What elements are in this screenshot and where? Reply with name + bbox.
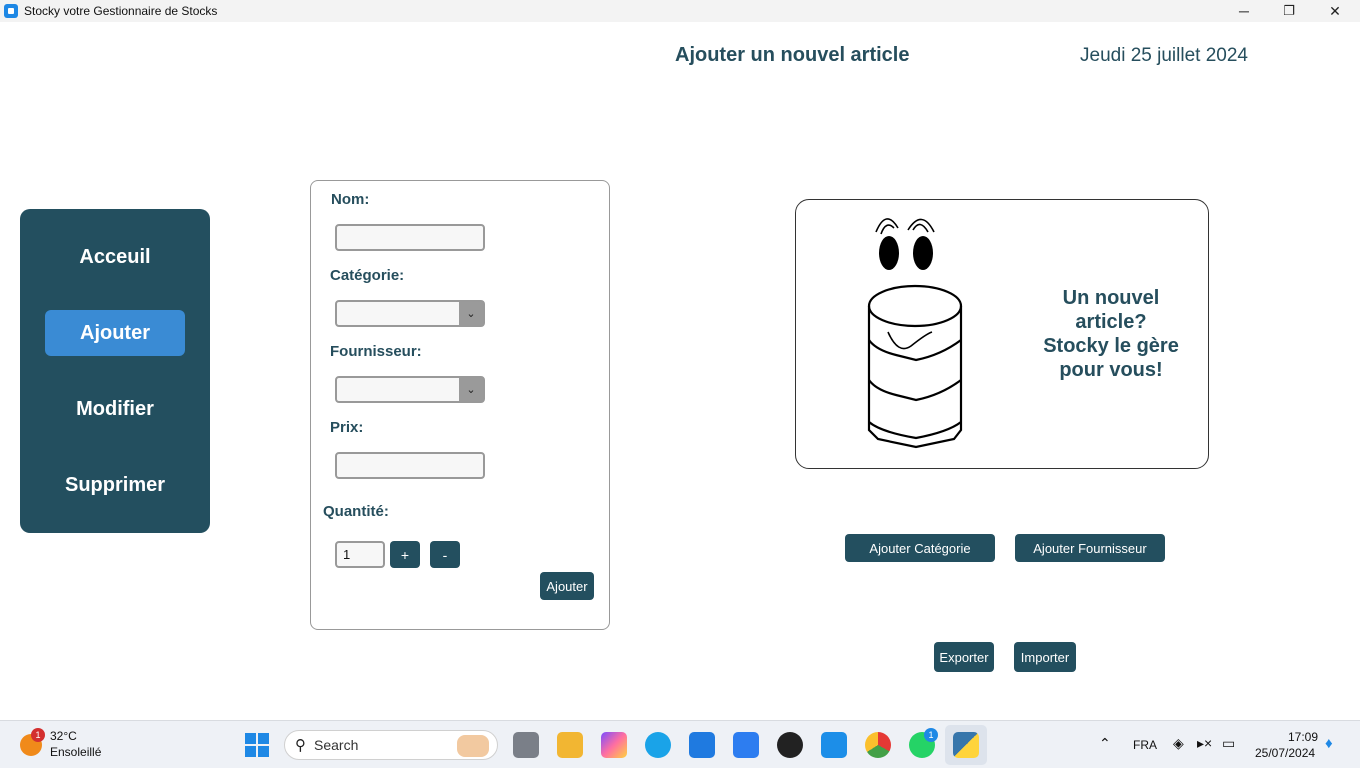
sidebar-item-acceuil[interactable]: Acceuil (45, 234, 185, 280)
store-icon[interactable] (733, 732, 759, 758)
notification-bell-icon[interactable]: ♦ (1325, 735, 1333, 752)
prix-input[interactable] (335, 452, 485, 479)
search-icon: ⚲ (295, 737, 306, 754)
taskbar: 1 32°C Ensoleillé ⚲ Search 1 ⌃ FRA ◈ ▸× … (0, 720, 1360, 768)
fournisseur-select[interactable]: ⌄ (335, 376, 485, 403)
add-supplier-button[interactable]: Ajouter Fournisseur (1015, 534, 1165, 562)
import-button[interactable]: Importer (1014, 642, 1076, 672)
task-view-icon[interactable] (513, 732, 539, 758)
close-button[interactable]: ✕ (1312, 0, 1358, 22)
sidebar-item-modifier[interactable]: Modifier (45, 386, 185, 432)
battery-icon[interactable]: ▭ (1222, 735, 1235, 752)
export-button[interactable]: Exporter (934, 642, 994, 672)
nom-label: Nom: (331, 191, 370, 208)
vscode-icon[interactable] (821, 732, 847, 758)
promo-line: Stocky le gère (1043, 335, 1179, 357)
prix-label: Prix: (330, 419, 364, 436)
add-category-button[interactable]: Ajouter Catégorie (845, 534, 995, 562)
current-date: Jeudi 25 juillet 2024 (1080, 45, 1248, 66)
app-icon-dark[interactable] (777, 732, 803, 758)
minimize-button[interactable]: ─ (1221, 0, 1267, 22)
page-title: Ajouter un nouvel article (675, 44, 910, 66)
categorie-label: Catégorie: (330, 267, 405, 284)
copilot-icon[interactable] (601, 732, 627, 758)
volume-muted-icon[interactable]: ▸× (1197, 735, 1212, 752)
maximize-button[interactable]: ❐ (1266, 0, 1312, 22)
fournisseur-label: Fournisseur: (330, 343, 422, 360)
taskbar-search[interactable]: ⚲ Search (284, 730, 498, 760)
promo-line: Un nouvel (1062, 287, 1160, 309)
decrement-button[interactable]: - (430, 541, 460, 568)
search-placeholder: Search (314, 737, 359, 753)
quantite-label: Quantité: (323, 503, 389, 520)
weather-desc[interactable]: Ensoleillé (50, 745, 101, 759)
sidebar: Acceuil Ajouter Modifier Supprimer (20, 209, 210, 533)
app-icon (4, 4, 18, 18)
window-title: Stocky votre Gestionnaire de Stocks (24, 4, 218, 18)
promo-card: Un nouvel article? Stocky le gère pour v… (795, 199, 1209, 469)
edge-icon[interactable] (645, 732, 671, 758)
sidebar-item-ajouter[interactable]: Ajouter (45, 310, 185, 356)
language-indicator[interactable]: FRA (1133, 738, 1157, 752)
promo-line: pour vous! (1059, 359, 1163, 381)
python-icon[interactable] (953, 732, 979, 758)
title-bar: Stocky votre Gestionnaire de Stocks ─ ❐ … (0, 0, 1360, 22)
network-icon[interactable]: ◈ (1173, 735, 1184, 752)
weather-badge: 1 (31, 728, 45, 742)
windows-start-icon[interactable] (245, 733, 269, 757)
submit-add-button[interactable]: Ajouter (540, 572, 594, 600)
nom-input[interactable] (335, 224, 485, 251)
add-article-form: Nom: Catégorie: ⌄ Fournisseur: ⌄ Prix: Q… (310, 180, 610, 630)
increment-button[interactable]: + (390, 541, 420, 568)
clock-time[interactable]: 17:09 (1288, 730, 1318, 744)
clock-date[interactable]: 25/07/2024 (1255, 746, 1315, 760)
weather-temp[interactable]: 32°C (50, 729, 77, 743)
file-explorer-icon[interactable] (557, 732, 583, 758)
categorie-select[interactable]: ⌄ (335, 300, 485, 327)
chevron-down-icon[interactable]: ⌄ (459, 302, 483, 325)
sidebar-item-supprimer[interactable]: Supprimer (45, 462, 185, 508)
mail-icon[interactable] (689, 732, 715, 758)
chrome-icon[interactable] (865, 732, 891, 758)
chevron-up-icon[interactable]: ⌃ (1099, 735, 1111, 752)
mascot-illustration (867, 218, 963, 449)
promo-message: Un nouvel article? Stocky le gère pour v… (1031, 286, 1191, 382)
chevron-down-icon[interactable]: ⌄ (459, 378, 483, 401)
search-highlight-icon (457, 735, 489, 757)
promo-line: article? (1075, 311, 1147, 333)
whatsapp-badge: 1 (924, 728, 938, 742)
quantite-input[interactable]: 1 (335, 541, 385, 568)
